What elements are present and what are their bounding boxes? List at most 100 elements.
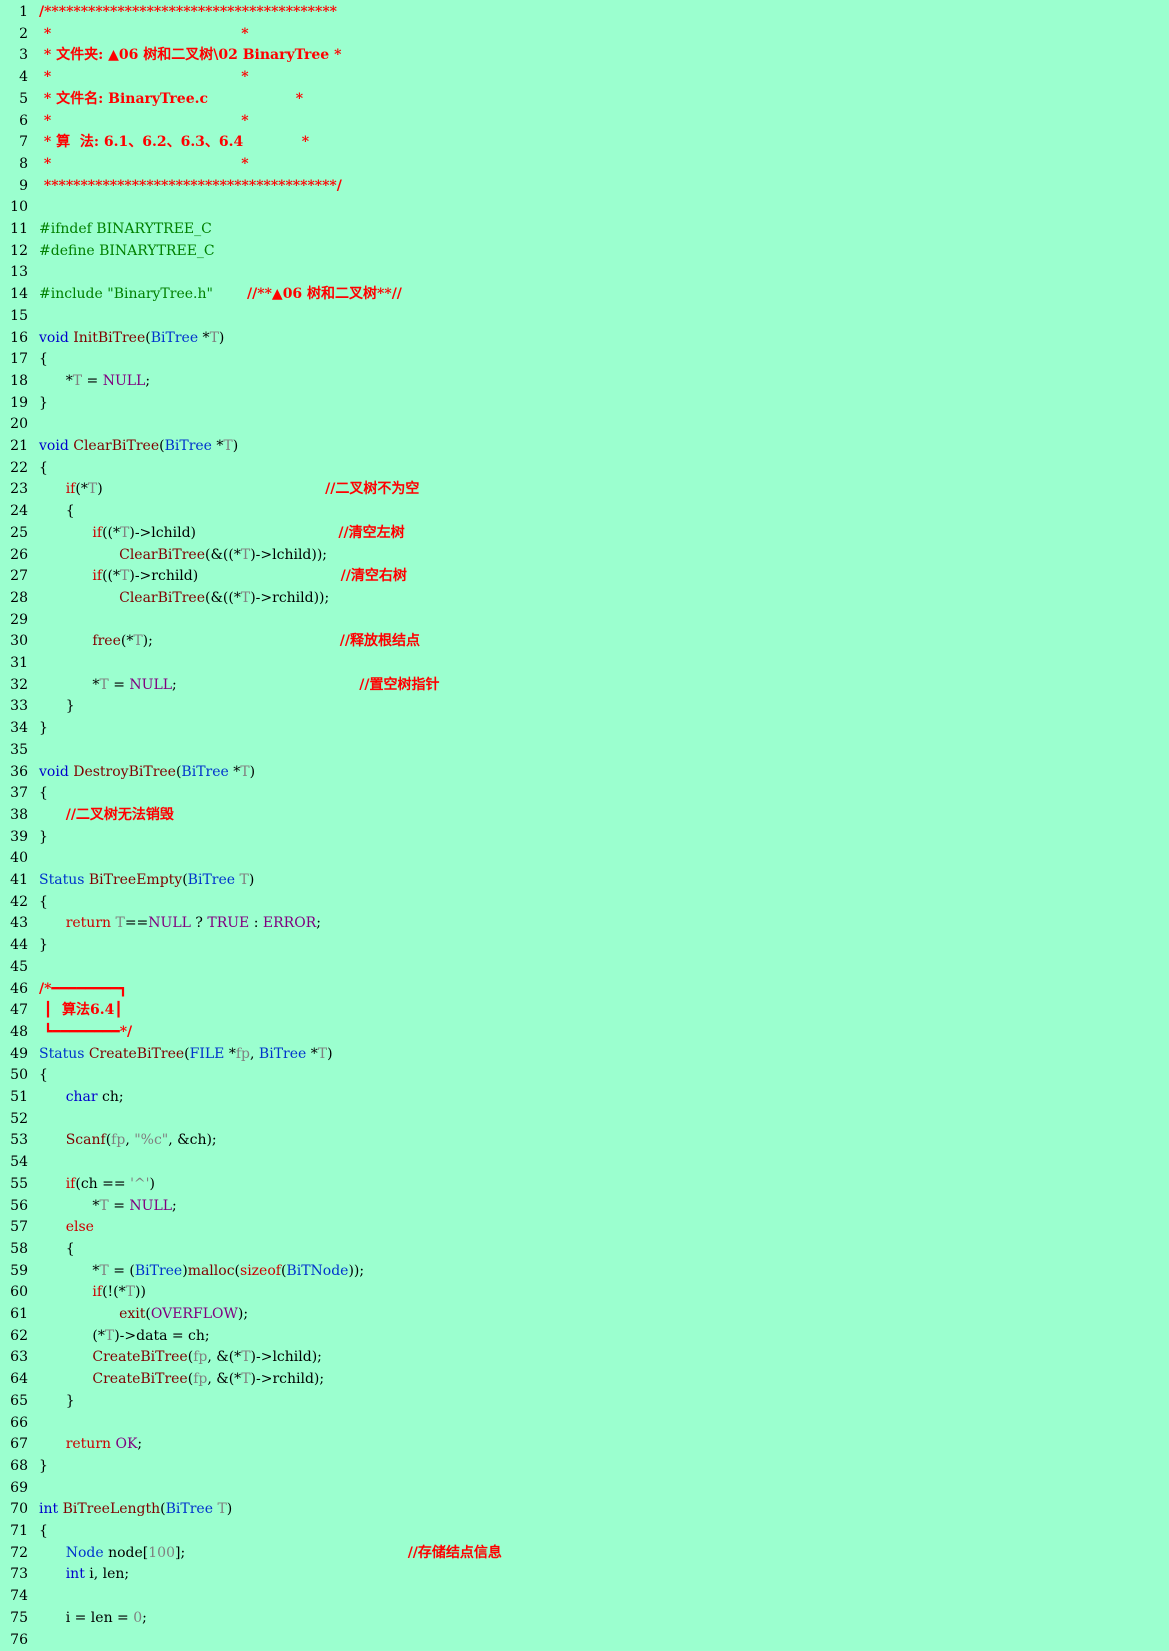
code-line[interactable]: 16void InitBiTree(BiTree *T) [0, 328, 1169, 350]
code-line[interactable]: 33 } [0, 696, 1169, 718]
code-token: (&((* [205, 590, 241, 606]
code-line[interactable]: 21void ClearBiTree(BiTree *T) [0, 436, 1169, 458]
code-line[interactable]: 8 * * [0, 154, 1169, 176]
code-token: )->data = ch; [114, 1328, 209, 1344]
code-line[interactable]: 44} [0, 935, 1169, 957]
code-line[interactable]: 22{ [0, 458, 1169, 480]
line-number: 38 [0, 805, 28, 827]
code-line[interactable]: 54 [0, 1152, 1169, 1174]
code-line[interactable]: 50{ [0, 1065, 1169, 1087]
code-line[interactable]: 39} [0, 827, 1169, 849]
code-line[interactable]: 71{ [0, 1521, 1169, 1543]
code-text: #ifndef BINARYTREE_C [39, 219, 212, 241]
code-token [39, 1219, 66, 1235]
code-line[interactable]: 35 [0, 740, 1169, 762]
code-line[interactable]: 19} [0, 393, 1169, 415]
code-line[interactable]: 41Status BiTreeEmpty(BiTree T) [0, 870, 1169, 892]
code-line[interactable]: 7 * 算 法: 6.1、6.2、6.3、6.4 * [0, 132, 1169, 154]
code-line[interactable]: 57 else [0, 1217, 1169, 1239]
line-number: 21 [0, 436, 28, 458]
code-line[interactable]: 36void DestroyBiTree(BiTree *T) [0, 762, 1169, 784]
code-token: , &ch); [168, 1132, 216, 1148]
code-line[interactable]: 4 * * [0, 67, 1169, 89]
code-line[interactable]: 43 return T==NULL ? TRUE : ERROR; [0, 913, 1169, 935]
code-line[interactable]: 5 * 文件名: BinaryTree.c * [0, 89, 1169, 111]
code-line[interactable]: 38 //二叉树无法销毁 [0, 805, 1169, 827]
code-line[interactable]: 2 * * [0, 24, 1169, 46]
code-line[interactable]: 23 if(*T) //二叉树不为空 [0, 479, 1169, 501]
code-line[interactable]: 70int BiTreeLength(BiTree T) [0, 1499, 1169, 1521]
code-line[interactable]: 60 if(!(*T)) [0, 1282, 1169, 1304]
code-line[interactable]: 15 [0, 306, 1169, 328]
code-line[interactable]: 10 [0, 197, 1169, 219]
code-line[interactable]: 69 [0, 1478, 1169, 1500]
code-line[interactable]: 48 ┗━━━━━━━━*/ [0, 1022, 1169, 1044]
code-line[interactable]: 14#include "BinaryTree.h" //**▲06 树和二叉树*… [0, 284, 1169, 306]
code-line[interactable]: 61 exit(OVERFLOW); [0, 1304, 1169, 1326]
code-line[interactable]: 74 [0, 1586, 1169, 1608]
code-line[interactable]: 29 [0, 610, 1169, 632]
code-line[interactable]: 66 [0, 1413, 1169, 1435]
code-line[interactable]: 34} [0, 718, 1169, 740]
code-line[interactable]: 49Status CreateBiTree(FILE *fp, BiTree *… [0, 1044, 1169, 1066]
line-number: 56 [0, 1196, 28, 1218]
code-line[interactable]: 27 if((*T)->rchild) //清空右树 [0, 566, 1169, 588]
code-token: { [39, 1523, 48, 1539]
code-line[interactable]: 63 CreateBiTree(fp, &(*T)->lchild); [0, 1347, 1169, 1369]
code-line[interactable]: 55 if(ch == '^') [0, 1174, 1169, 1196]
code-line[interactable]: 47 ┃ 算法6.4┃ [0, 1000, 1169, 1022]
code-line[interactable]: 58 { [0, 1239, 1169, 1261]
code-line[interactable]: 30 free(*T); //释放根结点 [0, 631, 1169, 653]
code-line[interactable]: 1/**************************************… [0, 2, 1169, 24]
code-line[interactable]: 76 [0, 1630, 1169, 1651]
code-line[interactable]: 42{ [0, 892, 1169, 914]
code-line[interactable]: 73 int i, len; [0, 1564, 1169, 1586]
code-token: ) [249, 872, 254, 888]
code-line[interactable]: 45 [0, 957, 1169, 979]
code-token: (* [75, 481, 87, 497]
code-line[interactable]: 75 i = len = 0; [0, 1608, 1169, 1630]
code-line[interactable]: 40 [0, 848, 1169, 870]
code-editor[interactable]: 1/**************************************… [0, 0, 1169, 1647]
code-line[interactable]: 46/*━━━━━━━━┓ [0, 979, 1169, 1001]
code-line[interactable]: 51 char ch; [0, 1087, 1169, 1109]
code-line[interactable]: 31 [0, 653, 1169, 675]
code-line[interactable]: 37{ [0, 783, 1169, 805]
line-number: 11 [0, 219, 28, 241]
code-token: //释放根结点 [340, 633, 420, 649]
code-line[interactable]: 6 * * [0, 111, 1169, 133]
code-token: fp [193, 1349, 207, 1365]
code-line[interactable]: 28 ClearBiTree(&((*T)->rchild)); [0, 588, 1169, 610]
code-token: { [39, 503, 75, 519]
code-line[interactable]: 52 [0, 1109, 1169, 1131]
code-token: Scanf [66, 1132, 106, 1148]
code-line[interactable]: 26 ClearBiTree(&((*T)->lchild)); [0, 545, 1169, 567]
line-number: 5 [0, 89, 28, 111]
code-line[interactable]: 9 **************************************… [0, 176, 1169, 198]
line-number: 75 [0, 1608, 28, 1630]
code-line[interactable]: 59 *T = (BiTree)malloc(sizeof(BiTNode)); [0, 1261, 1169, 1283]
code-line[interactable]: 11 #ifndef BINARYTREE_C [0, 219, 1169, 241]
code-line[interactable]: 65 } [0, 1391, 1169, 1413]
code-line[interactable]: 56 *T = NULL; [0, 1196, 1169, 1218]
code-line[interactable]: 53 Scanf(fp, "%c", &ch); [0, 1130, 1169, 1152]
code-line[interactable]: 3 * 文件夹: ▲06 树和二叉树\02 BinaryTree * [0, 45, 1169, 67]
code-token: sizeof [240, 1263, 281, 1279]
code-line[interactable]: 20 [0, 414, 1169, 436]
code-line[interactable]: 32 *T = NULL; //置空树指针 [0, 675, 1169, 697]
code-line[interactable]: 68} [0, 1456, 1169, 1478]
code-line[interactable]: 25 if((*T)->lchild) //清空左树 [0, 523, 1169, 545]
code-token: )->lchild) [129, 525, 338, 541]
code-line[interactable]: 17{ [0, 349, 1169, 371]
code-line[interactable]: 24 { [0, 501, 1169, 523]
code-line[interactable]: 72 Node node[100]; //存储结点信息 [0, 1543, 1169, 1565]
code-line[interactable]: 18 *T = NULL; [0, 371, 1169, 393]
code-text: Status BiTreeEmpty(BiTree T) [39, 870, 254, 892]
code-token: ; [145, 373, 150, 389]
code-line[interactable]: 62 (*T)->data = ch; [0, 1326, 1169, 1348]
code-line[interactable]: 64 CreateBiTree(fp, &(*T)->rchild); [0, 1369, 1169, 1391]
code-token: NULL [103, 373, 146, 389]
code-line[interactable]: 13 [0, 262, 1169, 284]
code-line[interactable]: 12#define BINARYTREE_C [0, 241, 1169, 263]
code-line[interactable]: 67 return OK; [0, 1434, 1169, 1456]
